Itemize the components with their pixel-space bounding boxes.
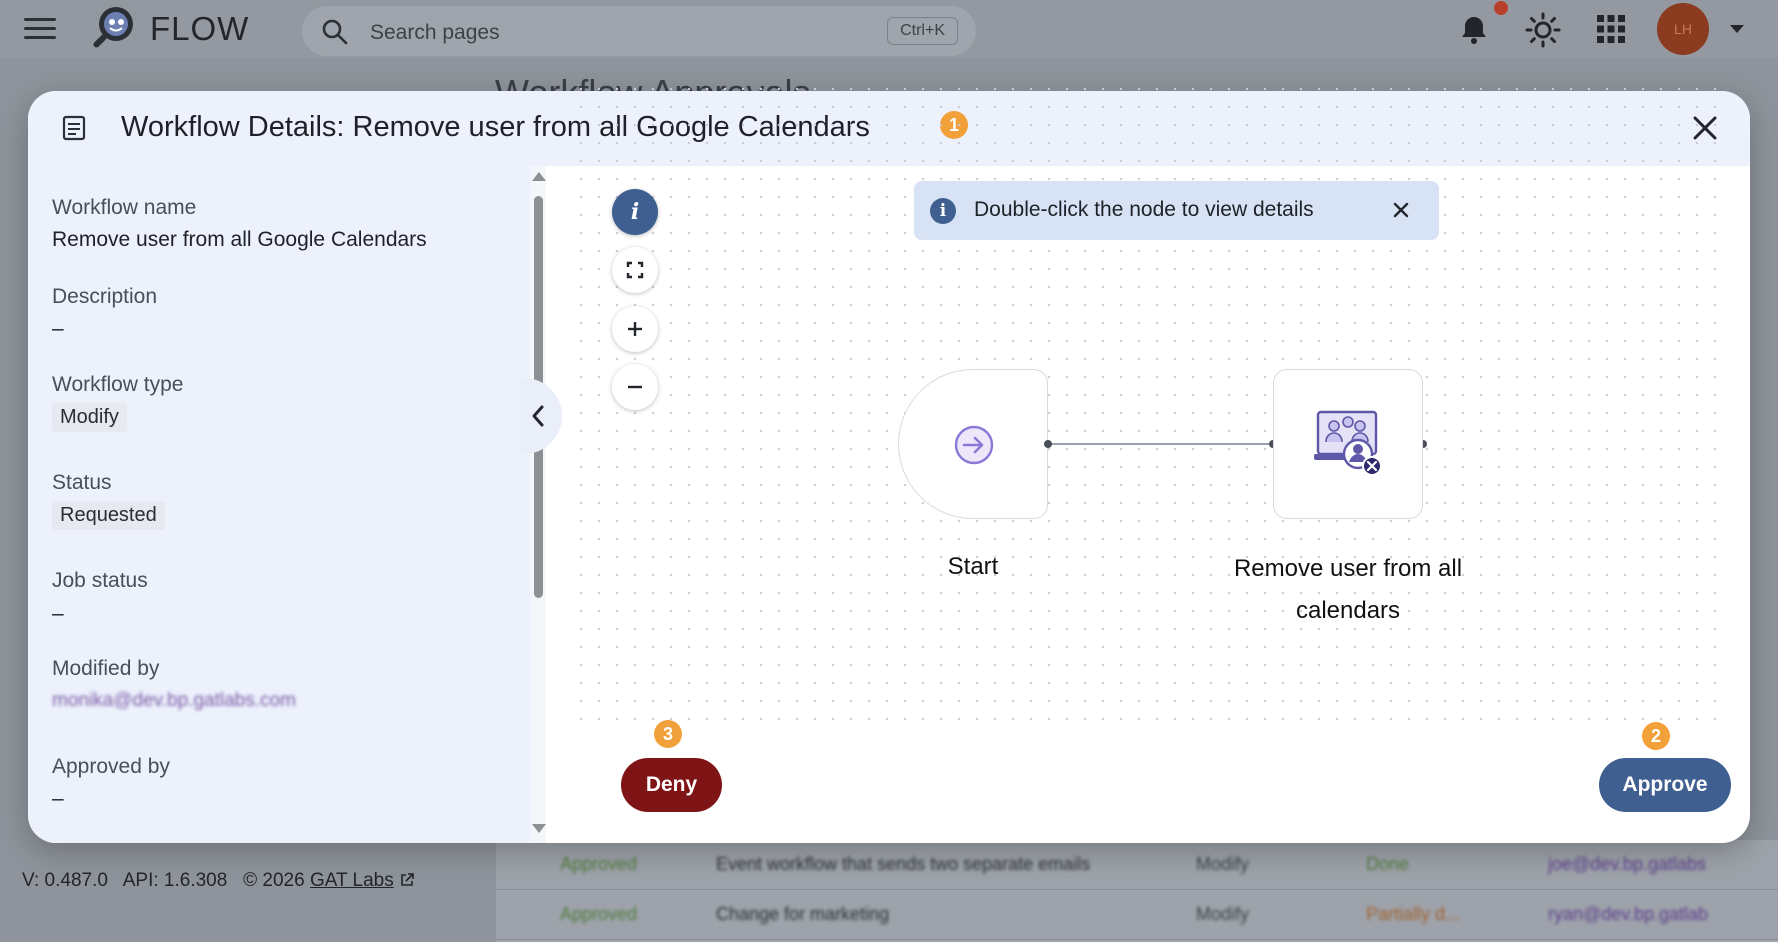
workflow-name-value: Remove user from all Google Calendars bbox=[52, 228, 427, 251]
step-badge-2: 2 bbox=[1642, 722, 1670, 750]
details-scrollbar[interactable] bbox=[530, 166, 546, 843]
app-version: V: 0.487.0 bbox=[22, 870, 108, 891]
flow-logo-icon[interactable] bbox=[88, 4, 138, 54]
zoom-out-button[interactable] bbox=[612, 364, 658, 410]
toast-close-icon[interactable] bbox=[1391, 200, 1411, 220]
scroll-down-arrow-icon[interactable] bbox=[532, 824, 546, 833]
row-name: Event workflow that sends two separate e… bbox=[716, 854, 1091, 874]
search-bar[interactable]: Search pages Ctrl+K bbox=[302, 6, 976, 56]
search-shortcut: Ctrl+K bbox=[887, 17, 958, 45]
start-node[interactable] bbox=[898, 369, 1048, 519]
hamburger-menu-icon[interactable] bbox=[24, 18, 56, 42]
job-status-value: – bbox=[52, 602, 64, 625]
status-chip: Requested bbox=[52, 501, 165, 530]
chevron-left-icon bbox=[532, 405, 544, 427]
zoom-in-button[interactable] bbox=[612, 306, 658, 352]
connector-edge bbox=[1048, 443, 1273, 445]
minus-icon bbox=[628, 385, 642, 389]
approved-by-label: Approved by bbox=[52, 755, 170, 778]
modified-by-value: monika@dev.bp.gatlabs.com bbox=[52, 690, 296, 711]
row-job-status: Partially d... bbox=[1366, 904, 1461, 924]
notification-dot bbox=[1494, 1, 1508, 15]
user-avatar[interactable]: LH bbox=[1657, 3, 1709, 55]
row-modified-by: ryan@dev.bp.gatlab bbox=[1548, 904, 1709, 924]
copyright: © 2026 bbox=[243, 870, 305, 891]
info-circle-icon: i bbox=[930, 198, 956, 224]
table-row[interactable]: Approved Event workflow that sends two s… bbox=[496, 840, 1778, 890]
company-link[interactable]: GAT Labs bbox=[310, 870, 394, 891]
step-badge-3: 3 bbox=[654, 720, 682, 748]
action-node-label-line2: calendars bbox=[1295, 597, 1401, 624]
api-version: API: 1.6.308 bbox=[122, 870, 228, 891]
search-icon bbox=[322, 19, 348, 45]
account-menu-caret-icon[interactable] bbox=[1730, 25, 1744, 33]
document-icon bbox=[62, 115, 86, 141]
fullscreen-icon bbox=[626, 261, 644, 279]
row-name: Change for marketing bbox=[716, 904, 890, 924]
info-toast: i Double-click the node to view details bbox=[914, 181, 1439, 240]
action-node-label-line1: Remove user from all bbox=[1233, 555, 1463, 582]
toast-message: Double-click the node to view details bbox=[974, 198, 1314, 221]
workflow-details-panel: Workflow name Remove user from all Googl… bbox=[28, 166, 530, 843]
row-type: Modify bbox=[1196, 854, 1250, 874]
theme-toggle-sun-icon[interactable] bbox=[1525, 12, 1561, 48]
arrow-right-circle-icon bbox=[954, 425, 994, 465]
info-button[interactable]: i bbox=[612, 189, 658, 235]
row-modified-by: joe@dev.bp.gatlabs bbox=[1548, 854, 1707, 874]
approved-by-value: – bbox=[52, 787, 64, 810]
plus-icon bbox=[628, 322, 642, 336]
description-label: Description bbox=[52, 285, 158, 308]
row-status: Approved bbox=[560, 854, 638, 874]
workflow-type-label: Workflow type bbox=[52, 373, 184, 396]
row-job-status: Done bbox=[1366, 854, 1410, 874]
start-output-port[interactable] bbox=[1044, 440, 1052, 448]
workflow-name-label: Workflow name bbox=[52, 196, 197, 219]
remove-user-node[interactable] bbox=[1273, 369, 1423, 519]
row-type: Modify bbox=[1196, 904, 1250, 924]
brand-name: FLOW bbox=[150, 10, 250, 47]
approve-button[interactable]: Approve bbox=[1599, 758, 1731, 812]
app-footer: V: 0.487.0 API: 1.6.308 © 2026 GAT Labs bbox=[22, 870, 415, 892]
row-status: Approved bbox=[560, 904, 638, 924]
description-value: – bbox=[52, 317, 64, 340]
status-label: Status bbox=[52, 471, 112, 494]
background-approvals-table: Approved Event workflow that sends two s… bbox=[496, 840, 1778, 942]
remove-user-from-calendar-icon bbox=[1314, 410, 1382, 476]
workflow-canvas[interactable] bbox=[572, 80, 1722, 720]
notifications-bell-icon[interactable] bbox=[1458, 14, 1490, 46]
external-link-icon[interactable] bbox=[399, 872, 415, 888]
table-row[interactable]: Approved Change for marketing Modify Par… bbox=[496, 890, 1778, 940]
deny-button[interactable]: Deny bbox=[621, 758, 722, 812]
job-status-label: Job status bbox=[52, 569, 148, 592]
start-node-label: Start bbox=[947, 553, 999, 580]
scroll-up-arrow-icon[interactable] bbox=[532, 172, 546, 181]
apps-grid-icon[interactable] bbox=[1597, 15, 1625, 43]
search-placeholder: Search pages bbox=[370, 21, 500, 44]
workflow-type-chip: Modify bbox=[52, 403, 127, 432]
top-app-bar: FLOW Search pages Ctrl+K LH bbox=[0, 0, 1778, 58]
modified-by-label: Modified by bbox=[52, 657, 160, 680]
fit-view-button[interactable] bbox=[612, 247, 658, 293]
